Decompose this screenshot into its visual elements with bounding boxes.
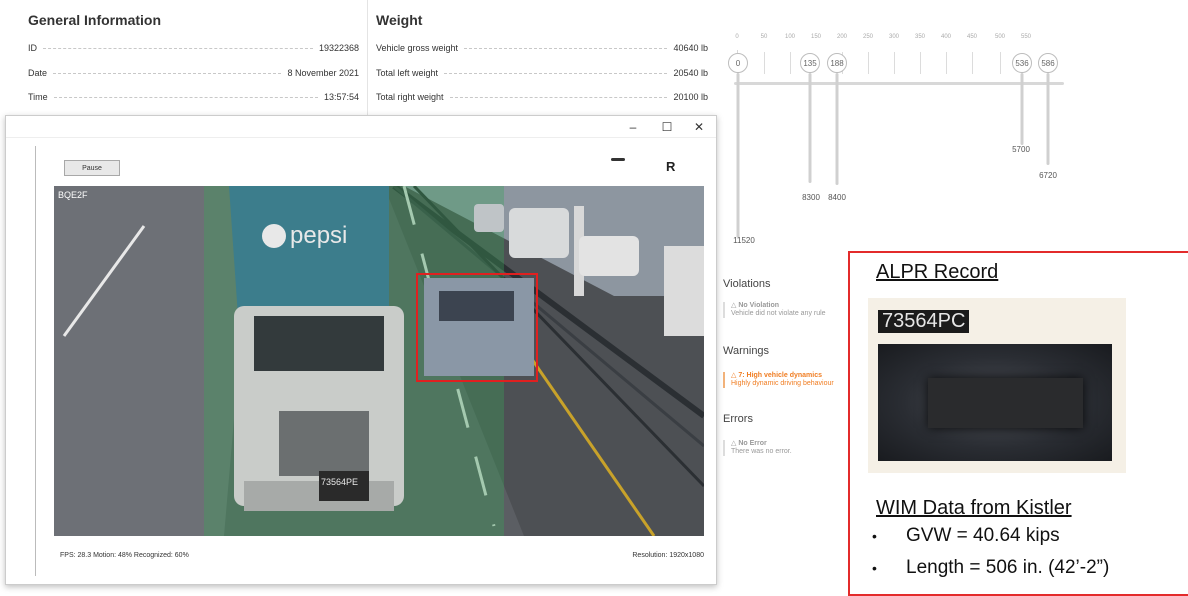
date-label: Date bbox=[28, 68, 48, 78]
axle-tick: 150 bbox=[810, 34, 822, 40]
axle-weight-value: 6720 bbox=[1039, 171, 1057, 180]
plate-card: 73564PC bbox=[868, 298, 1126, 473]
wim-item-length: Length = 506 in. (42’-2”) bbox=[906, 557, 1110, 578]
axle-position-circle: 135 bbox=[800, 53, 820, 73]
errors-title: Errors bbox=[723, 413, 753, 425]
window-titlebar: – ☐ ✕ bbox=[6, 116, 716, 138]
warning-detail: Highly dynamic driving behaviour bbox=[731, 380, 834, 387]
axle-tick: 450 bbox=[966, 34, 978, 40]
pause-button[interactable]: Pause bbox=[64, 160, 120, 176]
axle-tick: 500 bbox=[994, 34, 1006, 40]
axle-position-circle: 586 bbox=[1038, 53, 1058, 73]
truck-brand-text: pepsi bbox=[290, 222, 348, 249]
general-information-panel: General Information ID 19322368 Date 8 N… bbox=[0, 0, 368, 115]
close-button[interactable]: ✕ bbox=[682, 118, 716, 136]
right-weight-row: Total right weight 20100 lb bbox=[376, 90, 708, 104]
maximize-button[interactable]: ☐ bbox=[650, 118, 684, 136]
axle-weight-value: 8300 bbox=[802, 193, 820, 202]
weight-panel: Weight Vehicle gross weight 40640 lb Tot… bbox=[368, 0, 718, 115]
camera-label: BQE2F bbox=[58, 190, 88, 200]
right-weight-label: Total right weight bbox=[376, 92, 444, 102]
corner-label: R bbox=[666, 159, 676, 174]
axle-tick: 50 bbox=[760, 34, 768, 40]
axle-diagram: 0 50 100 150 200 250 300 350 400 450 500… bbox=[720, 0, 1188, 250]
list-item: • GVW = 40.64 kips bbox=[872, 525, 1060, 546]
error-heading: No Error bbox=[738, 440, 767, 447]
id-label: ID bbox=[28, 43, 37, 53]
warnings-box: △ 7: High vehicle dynamics Highly dynami… bbox=[723, 372, 847, 388]
camera-window: – ☐ ✕ Pause R BQE2F pepsi 73564PE FPS: 2… bbox=[5, 115, 717, 585]
axle-stem bbox=[1020, 73, 1024, 145]
axle-stem bbox=[835, 73, 839, 185]
violation-detail: Vehicle did not violate any rule bbox=[731, 310, 826, 317]
time-label: Time bbox=[28, 92, 48, 102]
axle-stem bbox=[808, 73, 812, 183]
time-row: Time 13:57:54 bbox=[28, 90, 359, 104]
list-item: • Length = 506 in. (42’-2”) bbox=[872, 557, 1110, 578]
axle-position-circle: 188 bbox=[827, 53, 847, 73]
gross-weight-value: 40640 lb bbox=[673, 43, 708, 53]
dash-icon bbox=[611, 158, 625, 161]
warnings-title: Warnings bbox=[723, 345, 770, 357]
wim-list: • GVW = 40.64 kips • Length = 506 in. (42’… bbox=[872, 525, 1109, 589]
errors-box: △ No Error There was no error. bbox=[723, 440, 847, 456]
resolution-status: Resolution: 1920x1080 bbox=[632, 552, 704, 559]
time-value: 13:57:54 bbox=[323, 92, 359, 102]
gross-weight-row: Vehicle gross weight 40640 lb bbox=[376, 41, 708, 55]
error-detail: There was no error. bbox=[731, 448, 792, 455]
minimize-button[interactable]: – bbox=[616, 118, 650, 136]
traffic-scene bbox=[54, 186, 704, 536]
gross-weight-label: Vehicle gross weight bbox=[376, 43, 459, 53]
axle-tick: 250 bbox=[862, 34, 874, 40]
axle-stem bbox=[736, 73, 740, 238]
left-weight-row: Total left weight 20540 lb bbox=[376, 66, 708, 80]
axle-stem bbox=[1046, 73, 1050, 165]
axle-tick: 0 bbox=[735, 34, 739, 40]
violations-title: Violations bbox=[723, 278, 771, 290]
axle-position-circle: 0 bbox=[728, 53, 748, 73]
axle-weight-value: 5700 bbox=[1012, 145, 1030, 154]
warning-triangle-icon: △ bbox=[731, 302, 737, 309]
general-information-title: General Information bbox=[28, 12, 162, 28]
warning-triangle-icon: △ bbox=[731, 372, 737, 379]
axle-tick: 400 bbox=[940, 34, 952, 40]
warning-triangle-icon: △ bbox=[731, 440, 737, 447]
axle-tick: 550 bbox=[1020, 34, 1032, 40]
wim-title: WIM Data from Kistler bbox=[876, 497, 1072, 519]
alpr-record-box: ALPR Record 73564PC WIM Data from Kistle… bbox=[848, 251, 1188, 596]
weight-title: Weight bbox=[376, 12, 423, 28]
window-side-panel bbox=[6, 146, 36, 576]
alpr-title: ALPR Record bbox=[876, 261, 999, 283]
axle-tick: 200 bbox=[836, 34, 848, 40]
id-row: ID 19322368 bbox=[28, 41, 359, 55]
right-weight-value: 20100 lb bbox=[673, 92, 708, 102]
axle-tick: 350 bbox=[914, 34, 926, 40]
axle-tick: 100 bbox=[784, 34, 796, 40]
plate-crop-image bbox=[878, 344, 1112, 461]
axle-weight-value: 8400 bbox=[828, 193, 846, 202]
axle-baseline bbox=[734, 82, 1064, 85]
plate-overlay: 73564PE bbox=[321, 477, 359, 487]
left-weight-label: Total left weight bbox=[376, 68, 439, 78]
axle-weight-value: 11520 bbox=[733, 236, 755, 245]
wim-item-gvw: GVW = 40.64 kips bbox=[906, 525, 1060, 546]
plate-number: 73564PC bbox=[878, 310, 970, 333]
left-weight-value: 20540 lb bbox=[673, 68, 708, 78]
date-row: Date 8 November 2021 bbox=[28, 66, 359, 80]
axle-tick: 300 bbox=[888, 34, 900, 40]
violations-box: △ No Violation Vehicle did not violate a… bbox=[723, 302, 847, 318]
fps-status: FPS: 28.3 Motion: 48% Recognized: 60% bbox=[60, 552, 189, 559]
id-value: 19322368 bbox=[318, 43, 359, 53]
warning-heading: 7: High vehicle dynamics bbox=[738, 372, 822, 379]
date-value: 8 November 2021 bbox=[287, 68, 359, 78]
camera-video-frame: BQE2F pepsi 73564PE bbox=[54, 186, 704, 536]
axle-position-circle: 536 bbox=[1012, 53, 1032, 73]
violation-heading: No Violation bbox=[738, 302, 780, 309]
